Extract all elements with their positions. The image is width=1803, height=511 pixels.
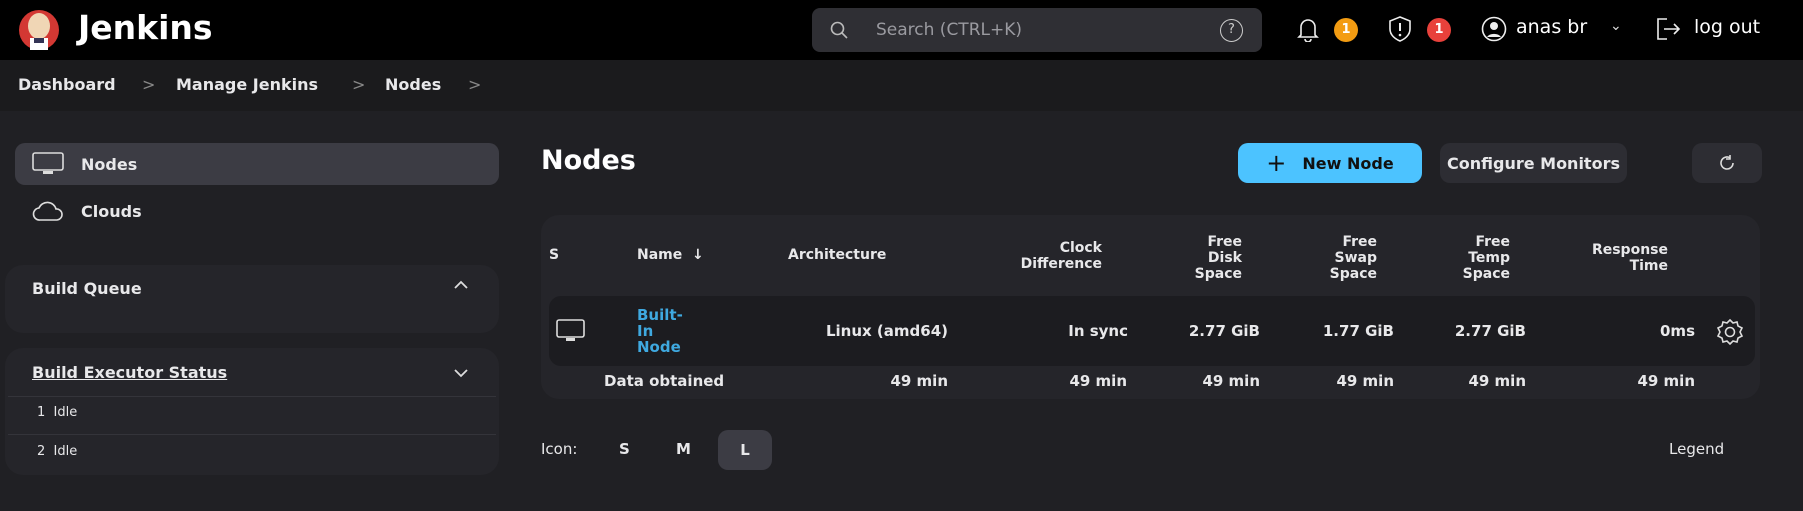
build-queue-panel: Build Queue [5, 265, 499, 333]
data-obtained-disk: 49 min [1202, 372, 1260, 390]
name-line: Built- [637, 306, 683, 324]
header-line: Difference [1020, 256, 1102, 272]
security-badge[interactable]: 1 [1427, 18, 1451, 42]
divider [8, 396, 496, 397]
chevron-up-icon[interactable] [453, 279, 469, 291]
computer-icon [556, 319, 586, 343]
search-icon [830, 21, 848, 39]
column-header-response-time[interactable]: Response Time [1540, 242, 1668, 274]
executor-number: 2 [37, 444, 46, 459]
header-line: Temp [1468, 250, 1510, 266]
breadcrumb-manage-jenkins[interactable]: Manage Jenkins [176, 75, 318, 94]
header-line: Time [1629, 258, 1668, 274]
computer-icon [32, 152, 64, 176]
name-line: Node [637, 338, 681, 356]
chevron-down-icon[interactable]: ⌄ [1610, 18, 1622, 34]
search-placeholder: Search (CTRL+K) [876, 20, 1023, 40]
breadcrumb-separator: > [352, 75, 366, 94]
clock-difference-value: In sync [1068, 322, 1128, 340]
sidebar-item-label: Nodes [81, 154, 138, 174]
configure-monitors-button[interactable]: Configure Monitors [1440, 143, 1627, 183]
refresh-icon [1718, 154, 1736, 172]
data-obtained-arch: 49 min [890, 372, 948, 390]
executor-row: 2 Idle [37, 444, 77, 459]
build-executor-panel: Build Executor Status 1 Idle 2 Idle [5, 348, 499, 475]
header-line: Space [1329, 266, 1377, 282]
column-header-name[interactable]: Name ↓ [637, 247, 704, 263]
icon-size-s[interactable]: S [619, 440, 630, 458]
icon-size-l[interactable]: L [718, 430, 772, 470]
executor-row: 1 Idle [37, 405, 77, 420]
data-obtained-response: 49 min [1637, 372, 1695, 390]
header-line: Space [1462, 266, 1510, 282]
sort-arrow-icon: ↓ [692, 247, 704, 263]
build-executor-title[interactable]: Build Executor Status [32, 363, 227, 382]
brand-name[interactable]: Jenkins [78, 8, 213, 47]
header-line: Free [1342, 234, 1377, 250]
breadcrumb-separator[interactable]: > [468, 75, 481, 94]
icon-size-m[interactable]: M [676, 440, 691, 458]
user-icon[interactable] [1481, 16, 1507, 42]
bell-icon[interactable] [1296, 16, 1320, 42]
sidebar-item-clouds[interactable]: Clouds [15, 190, 499, 232]
divider [8, 434, 496, 435]
refresh-button[interactable] [1692, 143, 1762, 183]
response-time-value: 0ms [1660, 322, 1695, 340]
search-input[interactable]: Search (CTRL+K) ? [812, 8, 1262, 52]
legend-link[interactable]: Legend [1669, 440, 1724, 458]
free-swap-value: 1.77 GiB [1322, 322, 1394, 340]
column-header-free-swap[interactable]: Free Swap Space [1275, 234, 1377, 282]
help-icon[interactable]: ? [1220, 19, 1243, 42]
executor-status: Idle [53, 444, 78, 459]
column-header-architecture[interactable]: Architecture [788, 247, 886, 263]
new-node-label: New Node [1302, 153, 1394, 173]
cloud-icon [32, 200, 64, 222]
data-obtained-swap: 49 min [1336, 372, 1394, 390]
architecture-value: Linux (amd64) [825, 322, 948, 340]
breadcrumb-nodes[interactable]: Nodes [385, 75, 441, 94]
column-header-free-disk[interactable]: Free Disk Space [1140, 234, 1242, 282]
header-line: Swap [1334, 250, 1378, 266]
breadcrumb-separator: > [142, 75, 156, 94]
new-node-button[interactable]: + New Node [1238, 143, 1422, 183]
header-line: Clock [1059, 240, 1102, 256]
icon-size-label: Icon: [541, 440, 578, 458]
logout-link[interactable]: log out [1694, 16, 1760, 38]
logout-icon[interactable] [1655, 16, 1681, 42]
node-name-link[interactable]: Built- In Node [637, 307, 683, 355]
notifications-badge[interactable]: 1 [1334, 18, 1358, 42]
user-name[interactable]: anas br [1516, 16, 1587, 38]
plus-icon: + [1266, 149, 1287, 177]
data-obtained-temp: 49 min [1468, 372, 1526, 390]
sidebar-item-nodes[interactable]: Nodes [15, 143, 499, 185]
page-title: Nodes [541, 145, 636, 176]
top-header: Jenkins Search (CTRL+K) ? 1 1 anas br ⌄ … [0, 0, 1803, 60]
gear-icon[interactable] [1716, 318, 1744, 346]
column-header-clock-difference[interactable]: Clock Difference [960, 240, 1102, 272]
build-queue-title[interactable]: Build Queue [32, 279, 142, 298]
free-temp-value: 2.77 GiB [1454, 322, 1526, 340]
header-line: Disk [1207, 250, 1242, 266]
data-obtained-clock: 49 min [1069, 372, 1127, 390]
name-line: In [637, 322, 654, 340]
chevron-down-icon[interactable] [453, 367, 469, 379]
jenkins-logo-icon[interactable] [17, 8, 61, 52]
breadcrumb-dashboard[interactable]: Dashboard [18, 75, 116, 94]
executor-number: 1 [37, 405, 46, 420]
header-line: Space [1194, 266, 1242, 282]
column-header-status[interactable]: S [549, 247, 559, 263]
shield-icon[interactable] [1387, 15, 1413, 43]
data-obtained-label: Data obtained [604, 372, 725, 390]
column-header-label: Name [637, 247, 683, 263]
sidebar-item-label: Clouds [81, 201, 142, 221]
header-line: Free [1207, 234, 1242, 250]
header-line: Response [1591, 242, 1668, 258]
executor-status: Idle [53, 405, 78, 420]
column-header-free-temp[interactable]: Free Temp Space [1408, 234, 1510, 282]
free-disk-value: 2.77 GiB [1188, 322, 1260, 340]
header-line: Free [1475, 234, 1510, 250]
